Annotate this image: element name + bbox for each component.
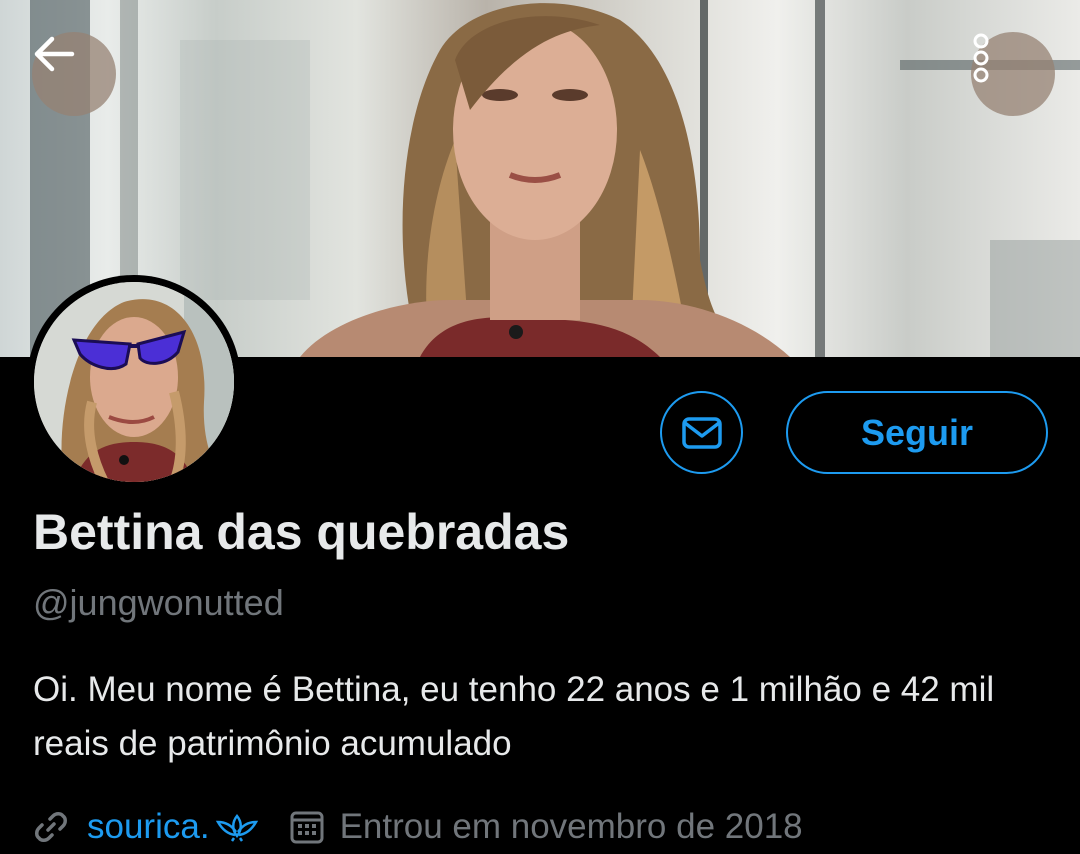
lotus-icon bbox=[215, 814, 258, 842]
envelope-icon bbox=[681, 416, 722, 449]
display-name: Bettina das quebradas bbox=[33, 504, 570, 560]
joined-date: Entrou em novembro de 2018 bbox=[339, 807, 803, 846]
calendar-icon bbox=[290, 811, 324, 844]
more-vertical-icon bbox=[973, 33, 989, 83]
avatar-photo bbox=[34, 282, 234, 482]
arrow-left-icon bbox=[34, 36, 75, 72]
profile-meta: sourica. Entrou em novembro de 2018 bbox=[33, 800, 803, 854]
username-handle: @jungwonutted bbox=[33, 582, 284, 623]
link-icon bbox=[35, 812, 67, 842]
back-button[interactable] bbox=[32, 32, 116, 116]
profile-bio: Oi. Meu nome é Bettina, eu tenho 22 anos… bbox=[33, 670, 995, 763]
website-link[interactable]: sourica. bbox=[87, 807, 210, 847]
avatar-image bbox=[34, 282, 234, 482]
follow-button[interactable]: Seguir bbox=[786, 391, 1048, 474]
avatar[interactable] bbox=[27, 275, 241, 489]
more-options-button[interactable] bbox=[971, 32, 1055, 116]
message-button[interactable] bbox=[660, 391, 743, 474]
